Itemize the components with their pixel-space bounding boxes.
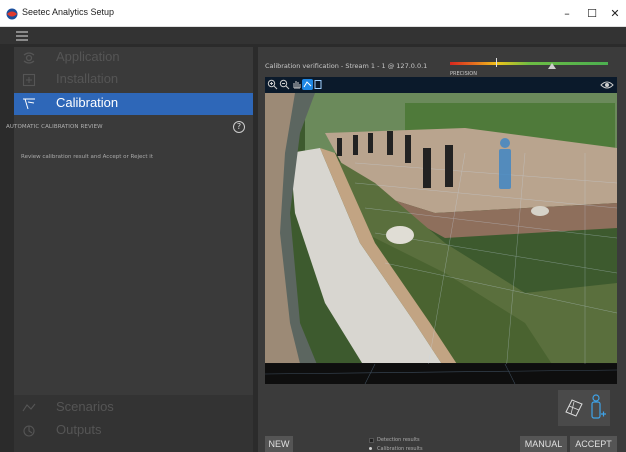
video-bottom-strip [264,363,618,385]
video-scene [265,93,617,384]
precision-marker-icon [548,63,556,69]
instruction-text: Review calibration result and Accept or … [21,154,153,160]
scenarios-icon [22,403,36,412]
section-title: AUTOMATIC CALIBRATION REVIEW [6,124,103,130]
person-add-icon[interactable] [590,394,606,420]
new-button[interactable]: NEW [265,436,293,452]
reset-icon[interactable] [313,79,324,90]
calibration-swatch [369,447,372,450]
settings-icon [23,52,35,64]
calibration-icon [23,98,35,110]
nav-item-scenarios[interactable]: Scenarios [14,397,253,419]
nav-item-installation[interactable]: Installation [14,69,253,91]
precision-tick [496,58,497,67]
nav-item-calibration[interactable]: Calibration [14,93,253,115]
legend-calibration: Calibration results [377,446,423,452]
accept-button[interactable]: ACCEPT [570,436,617,452]
legend-detection: Detection results [377,437,420,443]
lower-nav: Scenarios Outputs [14,396,253,452]
pan-icon[interactable] [291,79,302,90]
zoom-out-icon[interactable] [279,79,290,90]
verification-title: Calibration verification - Stream 1 - 1 … [265,62,428,70]
plus-box-icon [22,73,36,87]
nav-label-outputs: Outputs [56,422,102,437]
nav-label-scenarios: Scenarios [56,399,114,414]
manual-button[interactable]: MANUAL [520,436,567,452]
precision-bar [450,62,608,65]
help-icon[interactable]: ? [233,121,245,133]
select-icon[interactable] [302,79,313,90]
camera-video-frame[interactable] [265,93,617,384]
hamburger-menu-icon[interactable] [16,31,28,41]
menu-strip [0,27,626,44]
calibration-figure [499,138,511,189]
nav-item-outputs[interactable]: Outputs [14,420,253,442]
nav-label-calibration: Calibration [56,95,119,110]
nav-label-application: Application [56,49,120,64]
nav-item-application[interactable]: Application [14,47,253,69]
title-bar: Seetec Analytics Setup – ☐ ✕ [0,0,626,27]
app-logo-icon [6,8,18,20]
zoom-in-icon[interactable] [267,79,278,90]
grid-icon[interactable] [564,398,584,418]
video-toolbar [265,77,617,93]
left-panel: Application Installation Calibration [14,47,253,452]
outputs-icon [23,425,35,437]
nav-label-installation: Installation [56,71,119,86]
window-title: Seetec Analytics Setup [22,7,115,17]
detection-swatch [369,438,374,443]
eye-icon[interactable] [600,80,614,90]
close-button[interactable]: ✕ [600,0,626,27]
overlay-tools [558,390,610,426]
